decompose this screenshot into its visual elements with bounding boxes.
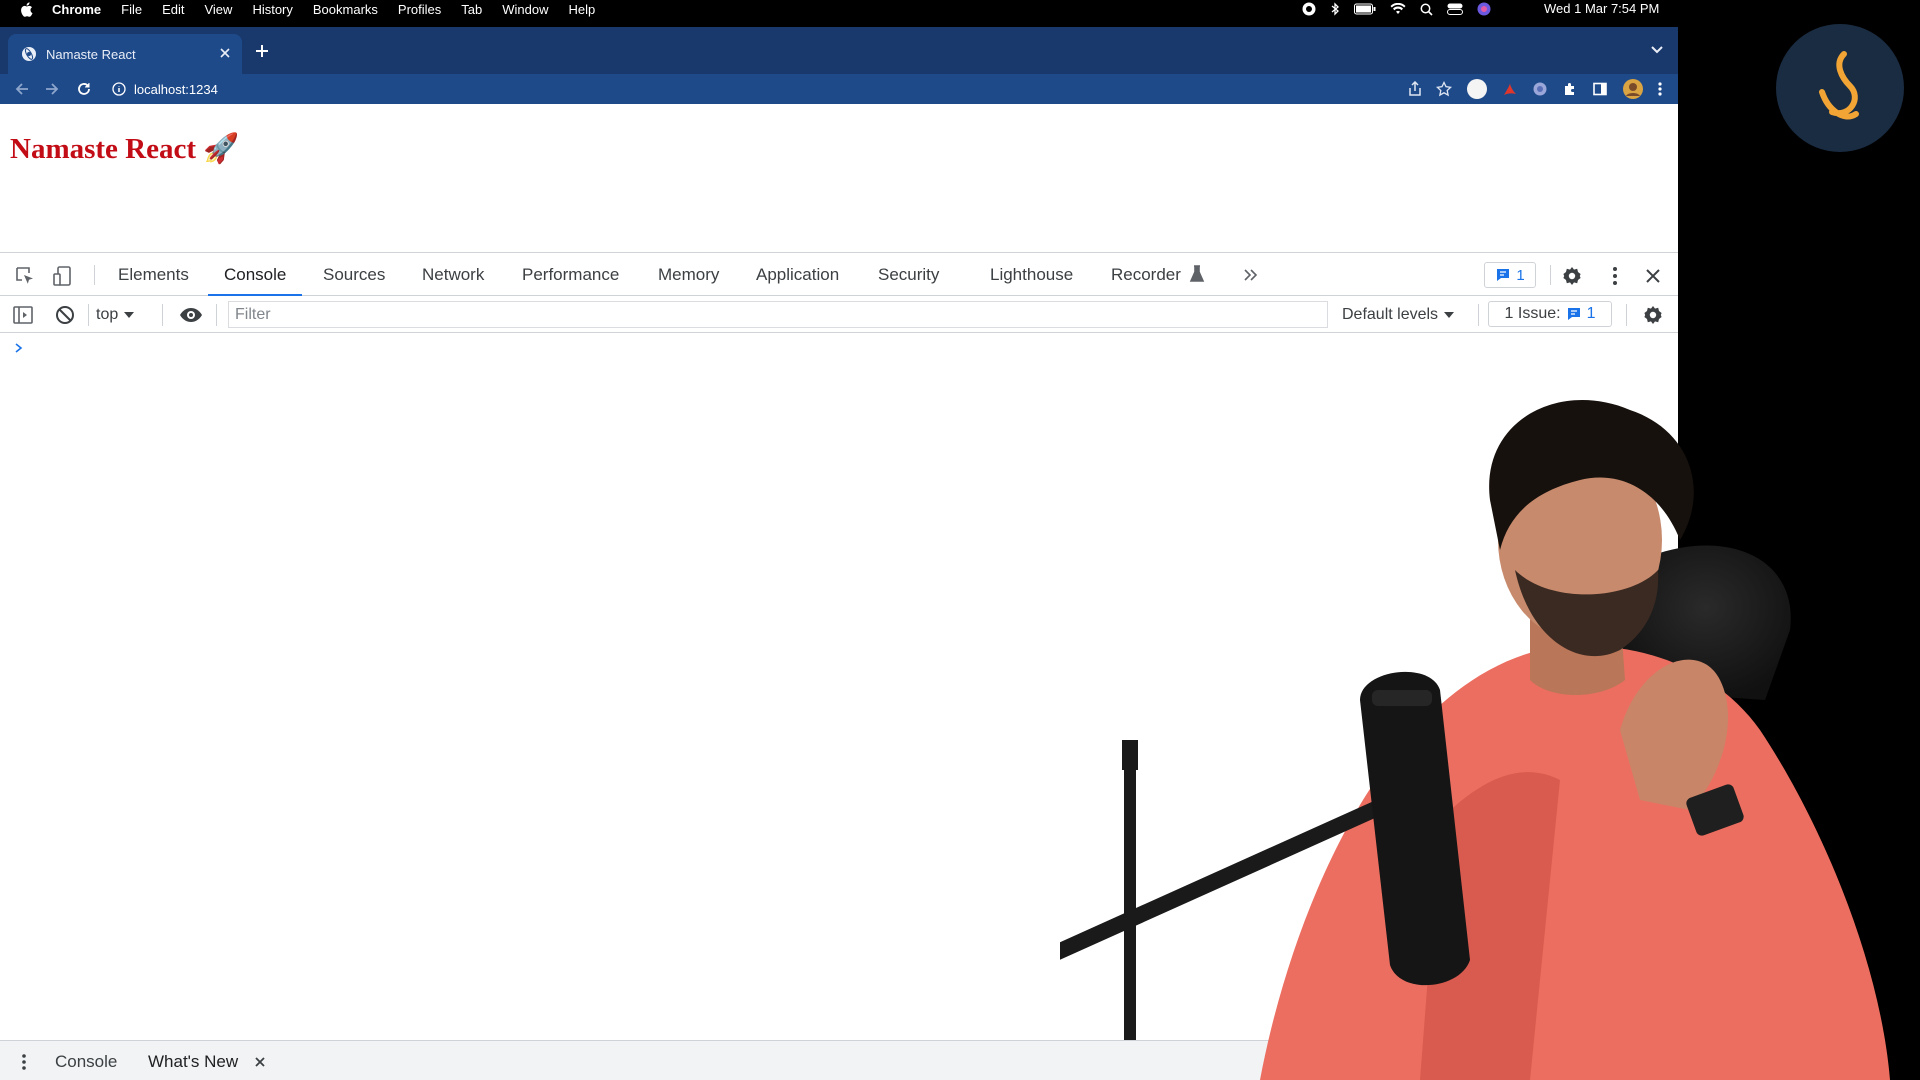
menubar-clock[interactable]: Wed 1 Mar 7:54 PM bbox=[1544, 1, 1659, 16]
chrome-menu-kebab-icon[interactable] bbox=[1658, 81, 1662, 97]
extension-white-circle-icon[interactable] bbox=[1466, 78, 1488, 100]
tab-application[interactable]: Application bbox=[756, 253, 839, 296]
siri-icon[interactable] bbox=[1477, 2, 1491, 16]
customize-kebab-icon[interactable] bbox=[1604, 265, 1626, 287]
console-filter-input[interactable] bbox=[228, 301, 1328, 328]
devtools-separator bbox=[1550, 265, 1551, 285]
log-levels-value: Default levels bbox=[1342, 305, 1439, 323]
toolbar-separator bbox=[1478, 304, 1479, 326]
profile-avatar-icon[interactable] bbox=[1622, 78, 1644, 100]
drawer-tab-console[interactable]: Console bbox=[55, 1041, 117, 1080]
forward-arrow-icon[interactable] bbox=[44, 81, 60, 97]
console-prompt-chevron-icon[interactable] bbox=[14, 342, 24, 354]
dropdown-triangle-icon bbox=[1444, 311, 1455, 318]
drawer-tab-whats-new[interactable]: What's New bbox=[136, 1041, 266, 1080]
issues-counter[interactable]: 1 Issue: 1 bbox=[1488, 301, 1612, 327]
page-viewport: Namaste React 🚀 bbox=[0, 104, 1678, 267]
channel-logo-icon bbox=[1819, 51, 1859, 120]
tab-strip: Namaste React bbox=[0, 27, 1678, 74]
menu-file[interactable]: File bbox=[121, 2, 142, 17]
tab-search-chevron-icon[interactable] bbox=[1650, 45, 1664, 55]
toolbar-separator bbox=[1626, 304, 1627, 326]
macos-menu-bar: Chrome File Edit View History Bookmarks … bbox=[0, 0, 1920, 18]
site-info-icon[interactable] bbox=[112, 82, 126, 96]
context-value: top bbox=[96, 306, 119, 323]
extensions-puzzle-icon[interactable] bbox=[1562, 81, 1578, 97]
spotlight-search-icon[interactable] bbox=[1420, 3, 1433, 16]
drawer-menu-kebab-icon[interactable] bbox=[18, 1053, 30, 1071]
browser-toolbar: localhost:1234 bbox=[0, 74, 1678, 104]
devtools-tab-bar: Elements Console Sources Network Perform… bbox=[0, 253, 1678, 296]
apple-icon[interactable] bbox=[20, 1, 34, 17]
messages-badge[interactable]: 1 bbox=[1484, 262, 1536, 288]
menu-view[interactable]: View bbox=[204, 2, 232, 17]
tab-lighthouse[interactable]: Lighthouse bbox=[990, 253, 1073, 296]
recorder-flask-icon bbox=[1189, 264, 1211, 286]
share-icon[interactable] bbox=[1408, 81, 1422, 97]
channel-logo bbox=[1776, 24, 1904, 152]
menu-profiles[interactable]: Profiles bbox=[398, 2, 441, 17]
menu-history[interactable]: History bbox=[252, 2, 292, 17]
drawer-tab-close-icon[interactable] bbox=[254, 1056, 266, 1068]
more-tabs-chevron-icon[interactable] bbox=[1242, 265, 1264, 287]
menu-edit[interactable]: Edit bbox=[162, 2, 184, 17]
messages-count: 1 bbox=[1516, 266, 1525, 284]
toolbar-separator bbox=[88, 304, 89, 326]
context-selector[interactable]: top bbox=[96, 302, 135, 328]
page-heading: Namaste React 🚀 bbox=[10, 133, 240, 165]
menu-tab[interactable]: Tab bbox=[461, 2, 482, 17]
browser-tab[interactable]: Namaste React bbox=[8, 34, 242, 74]
tab-close-icon[interactable] bbox=[218, 46, 232, 60]
toolbar-extensions bbox=[1408, 79, 1662, 99]
new-tab-plus-icon[interactable] bbox=[254, 43, 270, 59]
toolbar-separator bbox=[216, 304, 217, 326]
console-settings-gear-icon[interactable] bbox=[1642, 304, 1664, 326]
tab-sources[interactable]: Sources bbox=[323, 253, 385, 296]
tab-performance[interactable]: Performance bbox=[522, 253, 619, 296]
menu-bookmarks[interactable]: Bookmarks bbox=[313, 2, 378, 17]
record-icon[interactable] bbox=[1302, 2, 1316, 16]
bluetooth-icon[interactable] bbox=[1330, 2, 1340, 16]
dropdown-triangle-icon bbox=[124, 312, 135, 318]
devtools-separator bbox=[94, 265, 95, 285]
console-toolbar: top Default levels 1 Issue: 1 bbox=[0, 296, 1678, 333]
tab-network[interactable]: Network bbox=[422, 253, 484, 296]
settings-gear-icon[interactable] bbox=[1561, 265, 1583, 287]
tab-memory[interactable]: Memory bbox=[658, 253, 719, 296]
battery-icon[interactable] bbox=[1354, 3, 1376, 15]
url-text: localhost:1234 bbox=[134, 81, 218, 97]
side-panel-icon[interactable] bbox=[1592, 81, 1608, 97]
issue-message-icon bbox=[1567, 308, 1580, 320]
log-levels-dropdown[interactable]: Default levels bbox=[1342, 301, 1455, 328]
tab-elements[interactable]: Elements bbox=[118, 253, 189, 296]
close-devtools-icon[interactable] bbox=[1642, 265, 1664, 287]
menu-help[interactable]: Help bbox=[569, 2, 596, 17]
tab-security[interactable]: Security bbox=[878, 253, 939, 296]
inspect-element-icon[interactable] bbox=[14, 265, 36, 287]
show-sidebar-icon[interactable] bbox=[12, 304, 34, 326]
react-favicon-icon bbox=[21, 46, 37, 62]
live-expression-eye-icon[interactable] bbox=[179, 304, 202, 326]
tab-title: Namaste React bbox=[46, 46, 136, 62]
reload-icon[interactable] bbox=[76, 81, 92, 97]
address-bar[interactable]: localhost:1234 bbox=[112, 78, 218, 100]
issues-count: 1 bbox=[1586, 305, 1596, 322]
back-arrow-icon[interactable] bbox=[14, 81, 30, 97]
clear-console-icon[interactable] bbox=[54, 304, 76, 326]
tab-recorder[interactable]: Recorder bbox=[1111, 253, 1181, 296]
message-icon bbox=[1497, 269, 1510, 281]
menu-window[interactable]: Window bbox=[502, 2, 548, 17]
toolbar-separator bbox=[162, 304, 163, 326]
control-center-icon[interactable] bbox=[1447, 3, 1463, 15]
wifi-icon[interactable] bbox=[1390, 3, 1406, 15]
bookmark-star-icon[interactable] bbox=[1436, 81, 1452, 97]
pdf-extension-icon[interactable] bbox=[1502, 81, 1518, 97]
device-toolbar-icon[interactable] bbox=[52, 265, 74, 287]
tab-console[interactable]: Console bbox=[208, 253, 303, 296]
extension-globe-icon[interactable] bbox=[1532, 81, 1548, 97]
presenter-webcam bbox=[1060, 400, 1920, 1080]
issues-label: 1 Issue: bbox=[1504, 305, 1561, 322]
menu-app-chrome[interactable]: Chrome bbox=[52, 2, 101, 17]
